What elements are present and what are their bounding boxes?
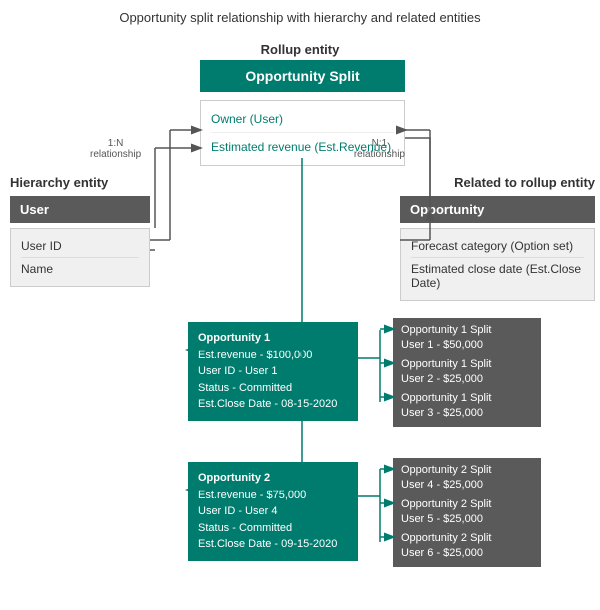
opp-fields-box: Forecast category (Option set) Estimated…	[400, 228, 595, 301]
hierarchy-label: Hierarchy entity	[10, 175, 108, 190]
opp-field-forecast: Forecast category (Option set)	[411, 235, 584, 258]
split1-1-line1: Opportunity 1 Split	[401, 323, 533, 338]
opp2-line5: Est.Close Date - 09-15-2020	[198, 536, 348, 553]
opp-split-box: Opportunity Split	[200, 60, 405, 92]
opp2-line1: Opportunity 2	[198, 470, 348, 487]
diagram-title: Opportunity split relationship with hier…	[10, 10, 590, 25]
user-box-header: User	[10, 196, 150, 223]
related-label: Related to rollup entity	[415, 175, 595, 190]
split1-box3: Opportunity 1 Split User 3 - $25,000	[393, 386, 541, 427]
rel-n1-label: N:1 relationship	[354, 138, 405, 160]
split1-3-line2: User 3 - $25,000	[401, 406, 533, 421]
field-owner: Owner (User)	[211, 109, 394, 133]
opp2-line2: Est.revenue - $75,000	[198, 487, 348, 504]
opp1-box: Opportunity 1 Est.revenue - $100,000 Use…	[188, 322, 358, 421]
rel-1n-label: 1:N relationship	[90, 138, 141, 160]
opp-box-header: Opportunity	[400, 196, 595, 223]
opp2-line4: Status - Committed	[198, 520, 348, 537]
opp1-line1: Opportunity 1	[198, 330, 348, 347]
split2-3-line2: User 6 - $25,000	[401, 546, 533, 561]
opp1-line3: User ID - User 1	[198, 363, 348, 380]
user-field-name: Name	[21, 258, 139, 280]
split2-box3: Opportunity 2 Split User 6 - $25,000	[393, 526, 541, 567]
split1-2-line1: Opportunity 1 Split	[401, 357, 533, 372]
opp1-line4: Status - Committed	[198, 380, 348, 397]
split2-1-line1: Opportunity 2 Split	[401, 463, 533, 478]
opp1-line5: Est.Close Date - 08-15-2020	[198, 396, 348, 413]
user-field-id: User ID	[21, 235, 139, 258]
split1-3-line1: Opportunity 1 Split	[401, 391, 533, 406]
opp2-line3: User ID - User 4	[198, 503, 348, 520]
opp1-line2: Est.revenue - $100,000	[198, 347, 348, 364]
opp-field-closedate: Estimated close date (Est.Close Date)	[411, 258, 584, 294]
split2-3-line1: Opportunity 2 Split	[401, 531, 533, 546]
opp2-box: Opportunity 2 Est.revenue - $75,000 User…	[188, 462, 358, 561]
rollup-label: Rollup entity	[210, 42, 390, 57]
diagram-container: Opportunity split relationship with hier…	[0, 0, 600, 610]
user-fields-box: User ID Name	[10, 228, 150, 287]
split2-2-line1: Opportunity 2 Split	[401, 497, 533, 512]
